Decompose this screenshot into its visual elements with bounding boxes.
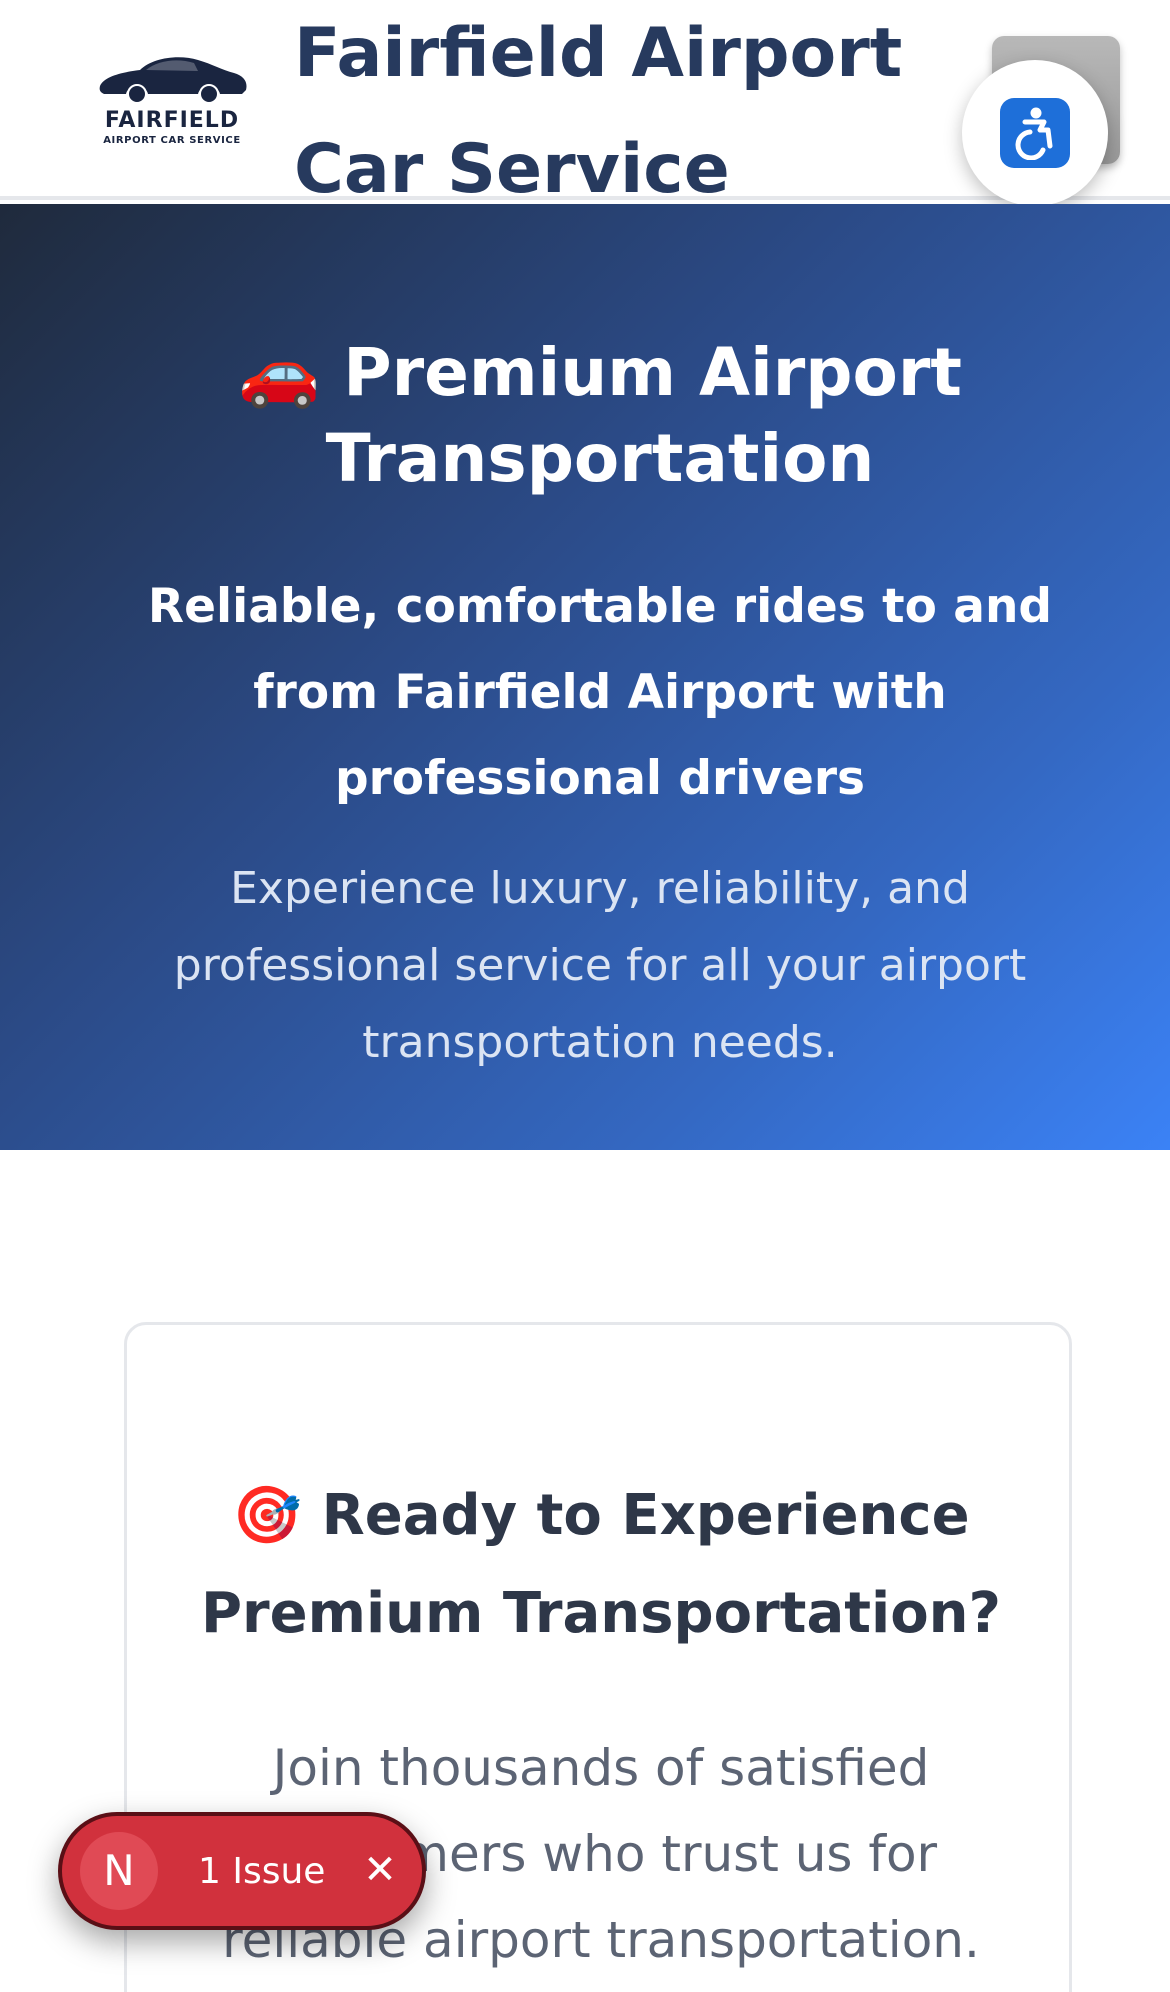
hero-title: 🚗 Premium Airport Transportation [140, 330, 1060, 502]
accessibility-icon [1000, 98, 1070, 168]
logo-wordmark: FAIRFIELD [104, 108, 240, 133]
logo-subtitle: AIRPORT CAR SERVICE [103, 135, 241, 146]
site-title[interactable]: Fairfield Airport Car Service [294, 0, 914, 228]
hero-title-text: Premium Airport Transportation [325, 334, 962, 497]
car-emoji-icon: 🚗 [238, 334, 321, 411]
page: FAIRFIELD AIRPORT CAR SERVICE Fairfield … [0, 0, 1170, 1992]
cta-title: 🎯 Ready to Experience Premium Transporta… [167, 1467, 1035, 1663]
car-logo-icon [99, 57, 247, 104]
target-emoji-icon: 🎯 [232, 1483, 303, 1548]
site-title-line2: Car Service [294, 130, 730, 209]
hero-description: Experience luxury, reliability, and prof… [173, 863, 1027, 1068]
accessibility-button[interactable] [962, 60, 1108, 206]
issues-count-label[interactable]: 1 Issue [198, 1852, 325, 1892]
hero-subtitle: Reliable, comfortable rides to and from … [147, 579, 1053, 806]
close-icon[interactable]: ✕ [352, 1842, 408, 1898]
site-title-line1: Fairfield Airport [294, 14, 903, 93]
nextjs-avatar-icon: N [80, 1832, 158, 1910]
site-header: FAIRFIELD AIRPORT CAR SERVICE Fairfield … [0, 0, 1170, 209]
cta-title-text: Ready to Experience Premium Transportati… [200, 1483, 1002, 1646]
hero-section: 🚗 Premium Airport Transportation Reliabl… [0, 204, 1170, 1150]
site-logo[interactable]: FAIRFIELD AIRPORT CAR SERVICE [88, 46, 256, 156]
issues-badge[interactable]: N 1 Issue ✕ [58, 1812, 426, 1930]
